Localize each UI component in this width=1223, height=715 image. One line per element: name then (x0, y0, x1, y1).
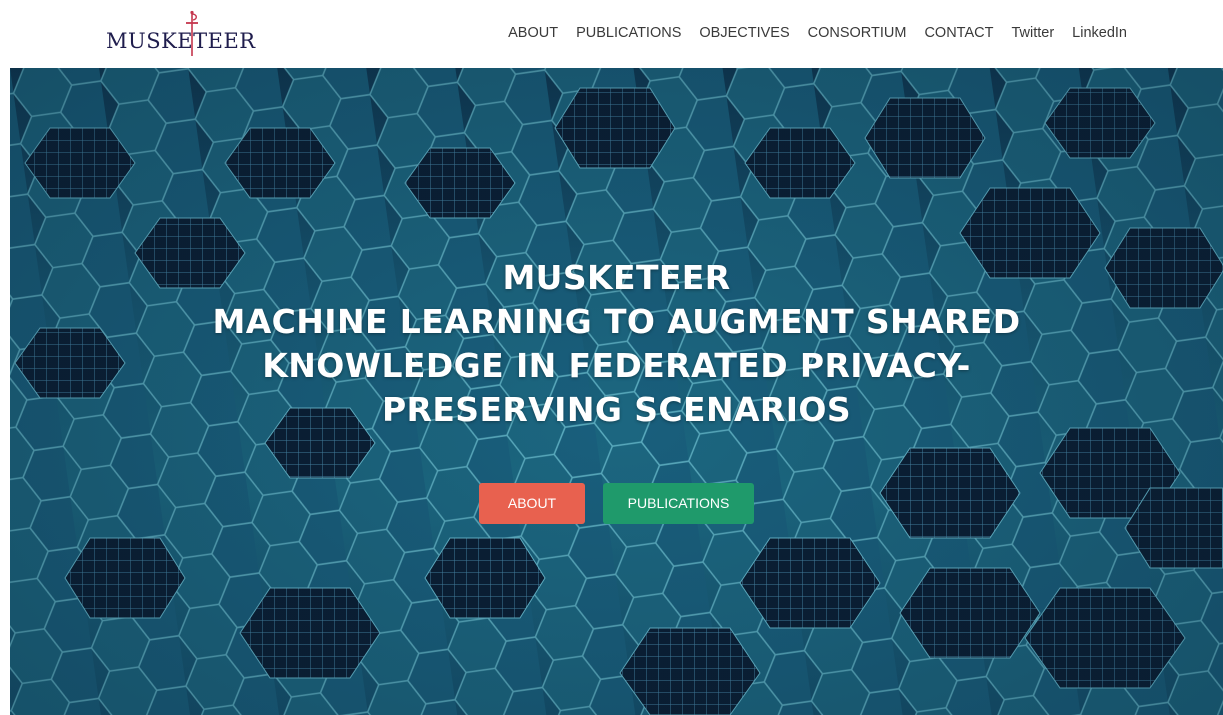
publications-button[interactable]: PUBLICATIONS (603, 483, 754, 524)
nav-about[interactable]: ABOUT (508, 25, 558, 41)
nav-list-item: ABOUT (508, 24, 558, 42)
musketeer-logo[interactable]: MUSKETEER (106, 10, 255, 58)
nav-consortium[interactable]: CONSORTIUM (808, 25, 907, 41)
hero-title: MUSKETEER MACHINE LEARNING TO AUGMENT SH… (70, 256, 1163, 432)
nav-list-item: OBJECTIVES (699, 24, 789, 42)
nav-twitter[interactable]: Twitter (1011, 25, 1054, 41)
hero-subtitle: MACHINE LEARNING TO AUGMENT SHARED KNOWL… (212, 302, 1021, 429)
nav-contact[interactable]: CONTACT (924, 25, 993, 41)
nav-linkedin[interactable]: LinkedIn (1072, 25, 1127, 41)
hero-title-line: MUSKETEER (502, 258, 731, 297)
nav-list-item: PUBLICATIONS (576, 24, 681, 42)
hero-section: MUSKETEER MACHINE LEARNING TO AUGMENT SH… (10, 68, 1223, 715)
main-nav: ABOUT PUBLICATIONS OBJECTIVES CONSORTIUM CON… (508, 24, 1127, 42)
nav-publications[interactable]: PUBLICATIONS (576, 25, 681, 41)
top-navbar: MUSKETEER ABOUT PUBLICATIONS OBJECTIVES CON… (0, 0, 1223, 68)
nav-list-item: Twitter (1011, 24, 1054, 42)
sword-logo-icon (186, 10, 198, 56)
nav-objectives[interactable]: OBJECTIVES (699, 25, 789, 41)
nav-list-item: CONSORTIUM (808, 24, 907, 42)
nav-list-item: LinkedIn (1072, 24, 1127, 42)
about-button[interactable]: ABOUT (479, 483, 585, 524)
nav-list-item: CONTACT (924, 24, 993, 42)
